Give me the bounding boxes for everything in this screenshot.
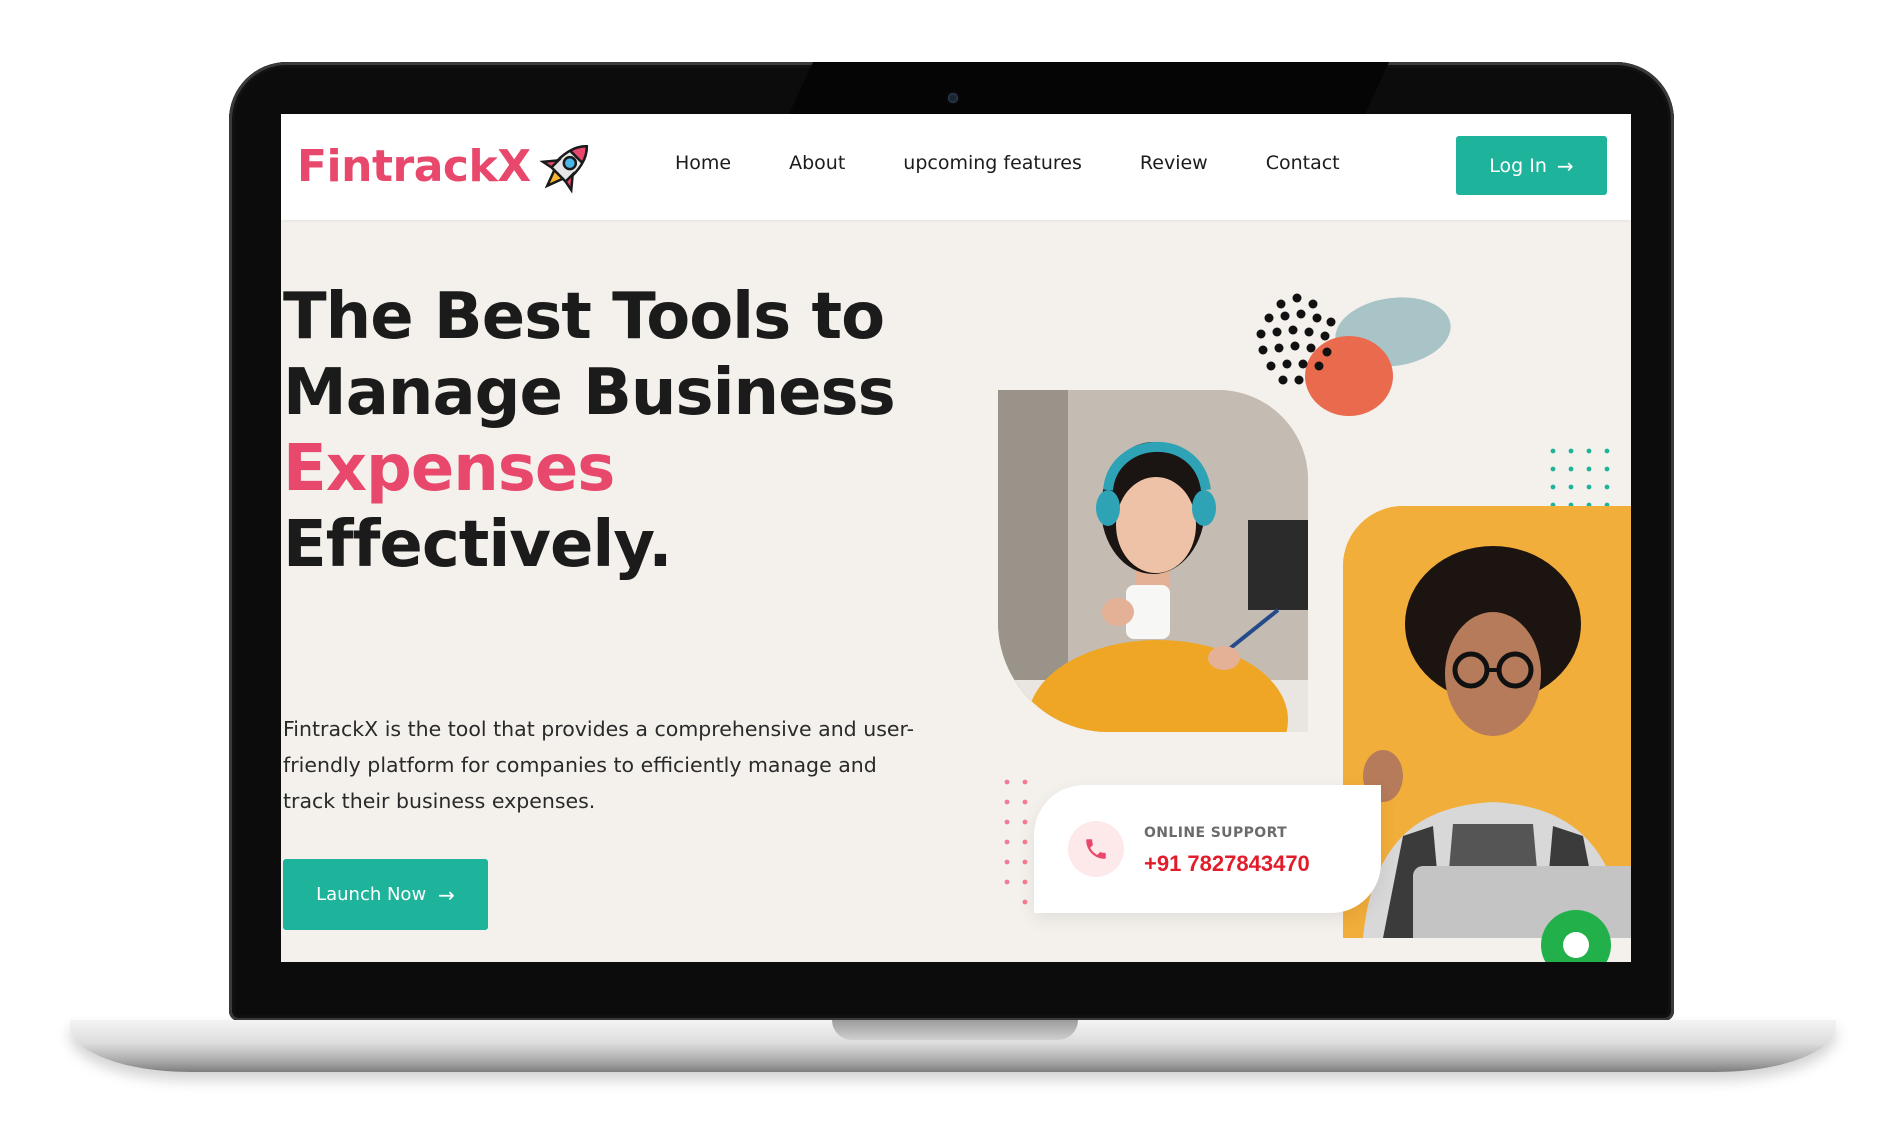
hero-title: The Best Tools to Manage Business Expens… [283, 279, 903, 583]
main-nav: Home About upcoming features Review Cont… [675, 152, 1398, 174]
hero-title-line1: The Best Tools to [283, 280, 885, 354]
logo[interactable]: FintrackX [297, 134, 599, 198]
support-label: ONLINE SUPPORT [1144, 825, 1288, 841]
support-phone-number[interactable]: +91 7827843470 [1144, 851, 1310, 877]
woman-with-headphones-photo [998, 390, 1308, 732]
logo-text: FintrackX [297, 140, 531, 192]
nav-about[interactable]: About [789, 152, 845, 174]
camera [948, 93, 958, 103]
man-with-laptop-photo [1343, 506, 1631, 938]
navbar: FintrackX Home About upcoming features R… [281, 114, 1631, 220]
launch-now-button[interactable]: Launch Now → [283, 859, 488, 930]
rocket-icon [538, 144, 588, 194]
nav-upcoming-features[interactable]: upcoming features [903, 152, 1082, 174]
login-button[interactable]: Log In → [1456, 136, 1607, 195]
online-support-card[interactable]: ONLINE SUPPORT +91 7827843470 [1034, 785, 1381, 913]
nav-contact[interactable]: Contact [1266, 152, 1340, 174]
hero-title-accent: Expenses [283, 432, 615, 506]
launch-now-label: Launch Now [316, 884, 427, 905]
phone-icon-circle [1068, 821, 1124, 877]
lid-top-strip [789, 62, 1389, 114]
laptop-notch [832, 1020, 1078, 1040]
hero-description: FintrackX is the tool that provides a co… [283, 717, 915, 813]
phone-icon [1086, 839, 1106, 859]
arrow-right-icon: → [438, 882, 455, 907]
nav-review[interactable]: Review [1140, 152, 1208, 174]
hero-title-line2: Manage Business [283, 356, 896, 430]
hero-title-line4: Effectively. [283, 508, 672, 582]
nav-home[interactable]: Home [675, 152, 731, 174]
arrow-right-icon: → [1556, 153, 1574, 178]
teal-dot-grid [1550, 448, 1610, 508]
login-button-label: Log In [1489, 154, 1547, 177]
screen: FintrackX Home About upcoming features R… [281, 114, 1631, 962]
